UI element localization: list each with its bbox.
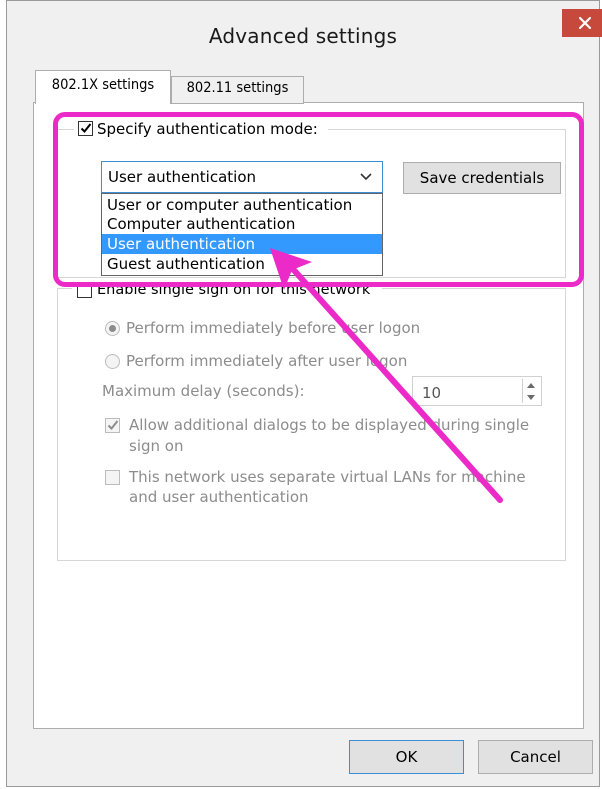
max-delay-spinner[interactable]: 10: [412, 376, 542, 406]
arrow-down-icon: [527, 394, 535, 400]
max-delay-value: 10: [422, 384, 442, 402]
radio-after-logon[interactable]: [105, 354, 120, 369]
allow-dialogs-label-line1: Allow additional dialogs to be displayed…: [129, 416, 530, 434]
spinner-up-button[interactable]: [523, 379, 539, 391]
radio-selected-dot: [109, 325, 116, 332]
window-title: Advanced settings: [208, 24, 398, 48]
cancel-button[interactable]: Cancel: [478, 740, 593, 774]
spinner-down-button[interactable]: [523, 391, 539, 403]
allow-dialogs-label-line2: sign on: [129, 437, 184, 455]
close-icon: [578, 16, 591, 30]
ok-button[interactable]: OK: [349, 740, 464, 774]
highlight-annotation-box: [53, 112, 584, 287]
title-bar[interactable]: Advanced settings: [7, 1, 602, 71]
separate-vlans-label-line2: and user authentication: [129, 488, 309, 506]
tab-8021x-settings[interactable]: 802.1X settings: [35, 70, 171, 104]
max-delay-label: Maximum delay (seconds):: [102, 382, 305, 400]
separate-vlans-checkbox[interactable]: [105, 470, 120, 485]
arrow-up-icon: [527, 382, 535, 388]
checkmark-icon: [107, 420, 119, 430]
radio-before-logon[interactable]: [105, 321, 120, 336]
radio-before-logon-label: Perform immediately before user logon: [126, 319, 421, 337]
spinner-buttons: [522, 379, 539, 403]
radio-after-logon-label: Perform immediately after user logon: [126, 352, 408, 370]
tab-80211-settings[interactable]: 802.11 settings: [171, 76, 304, 104]
close-button[interactable]: [562, 9, 602, 37]
allow-dialogs-checkbox[interactable]: [105, 418, 120, 433]
separate-vlans-label-line1: This network uses separate virtual LANs …: [129, 468, 526, 486]
